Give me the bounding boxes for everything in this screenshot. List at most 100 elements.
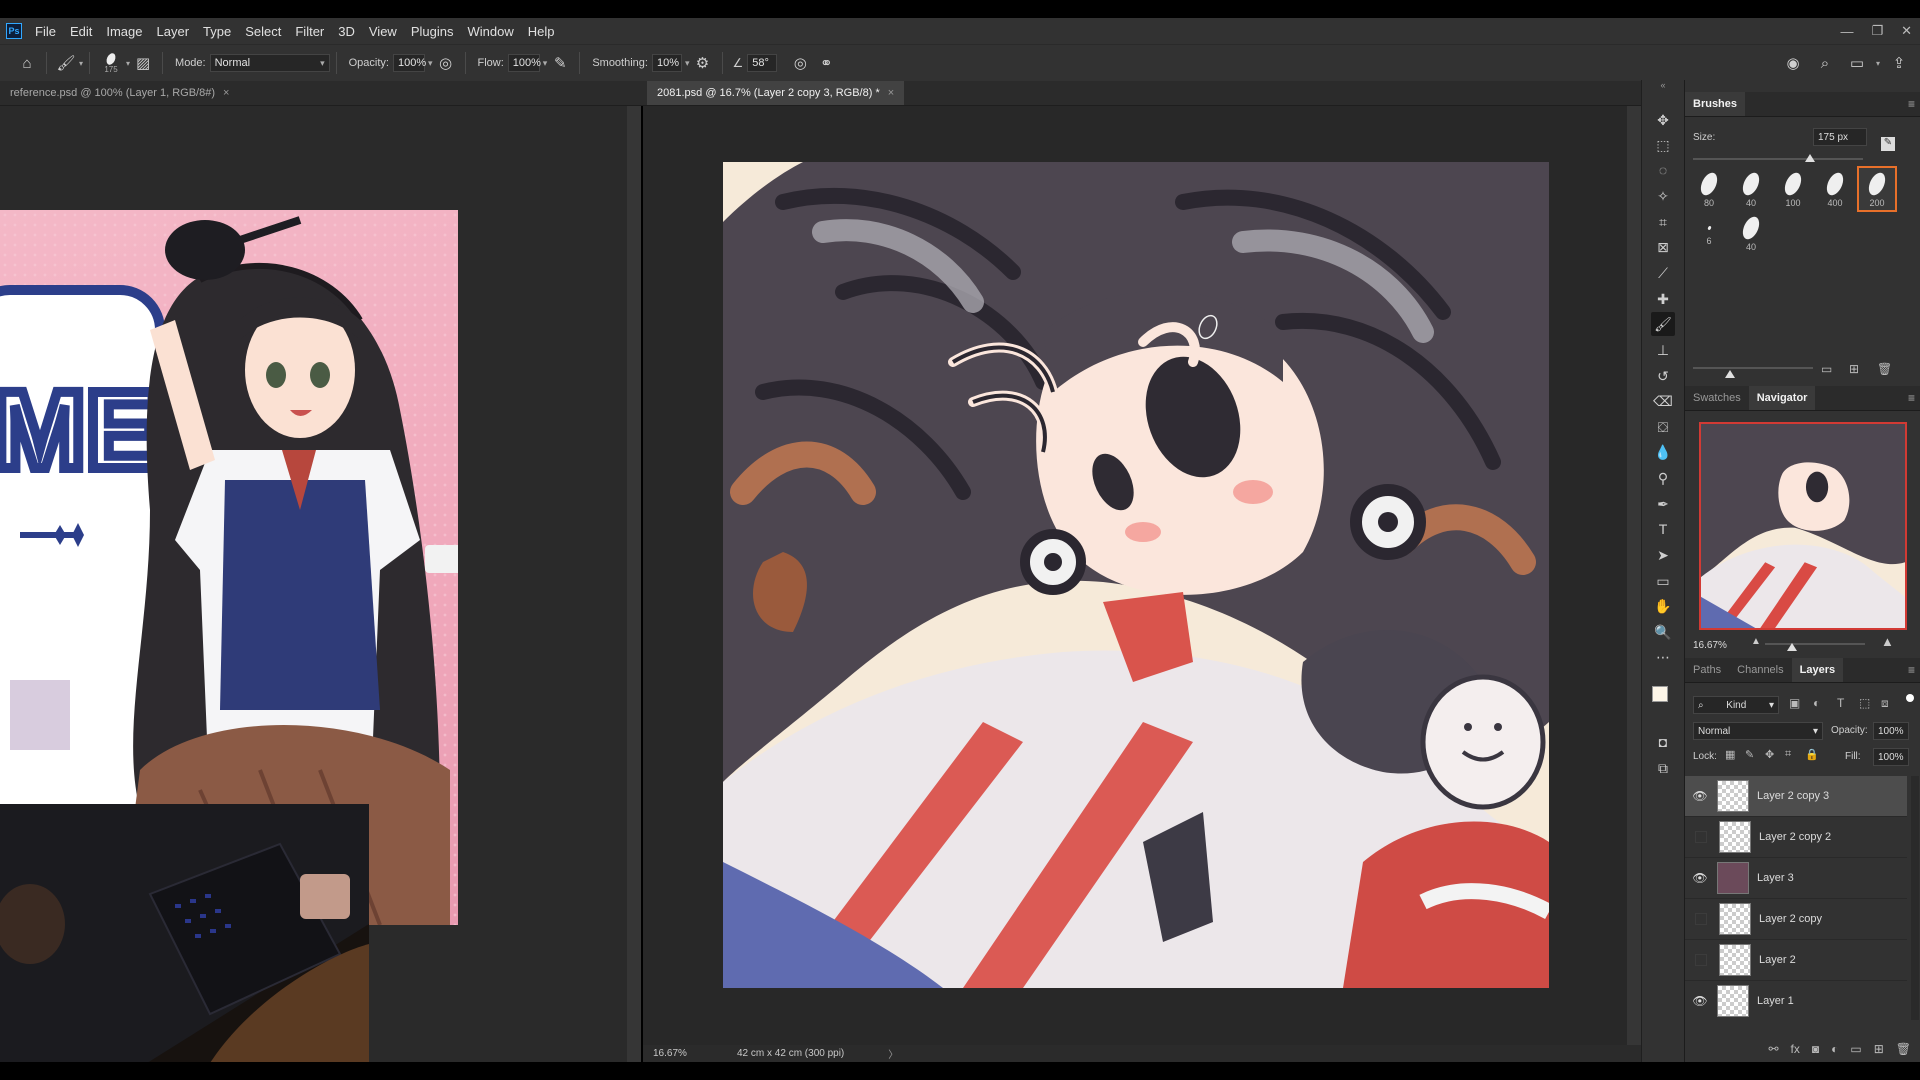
layer-fill-input[interactable]: 100% (1873, 748, 1909, 766)
layer-row[interactable]: Layer 2 copy 2 (1685, 817, 1907, 858)
filter-adjustment-icon[interactable]: ◐ (1813, 696, 1820, 710)
filter-type-icon[interactable]: T (1837, 696, 1844, 710)
tab-reference[interactable]: reference.psd @ 100% (Layer 1, RGB/8#) × (0, 81, 239, 105)
new-folder-icon[interactable]: ▭ (1821, 362, 1832, 376)
menu-view[interactable]: View (362, 24, 404, 39)
eye-visibility-icon[interactable] (1695, 831, 1707, 843)
new-brush-icon[interactable]: ⊞ (1849, 362, 1859, 376)
close-icon[interactable]: × (888, 87, 894, 99)
artwork-canvas[interactable] (723, 162, 1549, 988)
tab-channels[interactable]: Channels (1729, 658, 1791, 682)
filter-smart-object-icon[interactable]: ⧈ (1881, 696, 1889, 711)
panel-menu-icon[interactable]: ≡ (1908, 97, 1915, 111)
panel-menu-icon[interactable]: ≡ (1908, 663, 1915, 677)
layer-blend-mode-select[interactable]: Normal ▾ (1693, 722, 1823, 740)
rotate-view-tool-icon[interactable]: ✋ (1651, 594, 1675, 618)
adjustment-layer-icon[interactable]: ◐ (1831, 1042, 1838, 1056)
menu-window[interactable]: Window (460, 24, 520, 39)
menu-help[interactable]: Help (521, 24, 562, 39)
lock-image-pixels-icon[interactable]: ✎ (1745, 748, 1754, 761)
rectangle-tool-icon[interactable]: ▭ (1651, 569, 1675, 593)
navigator-zoom-value[interactable]: 16.67% (1693, 640, 1727, 651)
slider-handle[interactable] (1725, 370, 1735, 378)
link-layers-icon[interactable]: ⚯ (1768, 1042, 1778, 1056)
magic-wand-tool-icon[interactable]: ✧ (1651, 184, 1675, 208)
brush-preset[interactable]: 40 (1733, 212, 1769, 254)
filter-toggle-icon[interactable] (1906, 694, 1914, 702)
filter-pixel-icon[interactable]: ▣ (1789, 696, 1800, 710)
brush-preset[interactable]: 40 (1733, 168, 1769, 210)
menu-image[interactable]: Image (99, 24, 149, 39)
search-icon[interactable]: ⌕ (1812, 50, 1838, 76)
eye-visibility-icon[interactable] (1695, 954, 1707, 966)
opacity-input[interactable]: 100% (392, 54, 426, 72)
healing-brush-tool-icon[interactable]: ✚ (1651, 287, 1675, 311)
lock-transparent-pixels-icon[interactable]: ▦ (1725, 748, 1735, 761)
home-icon[interactable]: ⌂ (14, 50, 40, 76)
close-icon[interactable]: × (223, 87, 229, 99)
collapse-chevron-icon[interactable]: « (1651, 80, 1675, 90)
pressure-opacity-icon[interactable]: ◎ (433, 50, 459, 76)
chevron-down-icon[interactable]: ▾ (79, 59, 83, 68)
type-tool-icon[interactable]: T (1651, 517, 1675, 541)
marquee-tool-icon[interactable]: ⬚ (1651, 133, 1675, 157)
zoom-level[interactable]: 16.67% (653, 1048, 713, 1059)
menu-layer[interactable]: Layer (150, 24, 197, 39)
delete-icon[interactable]: 🗑 (1896, 1042, 1911, 1056)
tab-main-document[interactable]: 2081.psd @ 16.7% (Layer 2 copy 3, RGB/8)… (647, 81, 905, 105)
layer-row[interactable]: Layer 2 copy (1685, 899, 1907, 940)
new-layer-icon[interactable]: ⊞ (1874, 1042, 1884, 1056)
eraser-tool-icon[interactable]: ⌫ (1651, 389, 1675, 413)
chevron-right-icon[interactable]: 〉 (888, 1046, 898, 1061)
tab-paths[interactable]: Paths (1685, 658, 1729, 682)
fx-icon[interactable]: fx (1791, 1042, 1800, 1056)
menu-select[interactable]: Select (238, 24, 288, 39)
navigator-zoom-slider[interactable] (1765, 643, 1865, 645)
panel-menu-icon[interactable]: ≡ (1908, 391, 1915, 405)
layer-list-scrollbar[interactable] (1911, 776, 1919, 1020)
eye-visibility-icon[interactable]: 👁 (1691, 871, 1709, 885)
vertical-scrollbar[interactable] (1627, 106, 1641, 1046)
tab-swatches[interactable]: Swatches (1685, 386, 1749, 410)
smoothing-input[interactable]: 10% (651, 54, 682, 72)
quick-mask-icon[interactable]: ◘ (1651, 730, 1675, 754)
add-mask-icon[interactable]: ◙ (1812, 1042, 1819, 1056)
brush-size-slider[interactable] (1693, 158, 1863, 160)
eye-visibility-icon[interactable]: 👁 (1691, 994, 1709, 1008)
lasso-tool-icon[interactable]: ◌ (1651, 158, 1675, 182)
zoom-tool-icon[interactable]: 🔍 (1651, 620, 1675, 644)
airbrush-icon[interactable]: ✎ (547, 50, 573, 76)
layer-row[interactable]: Layer 2 (1685, 940, 1907, 981)
blur-tool-icon[interactable]: 💧 (1651, 440, 1675, 464)
brush-preset-selected[interactable]: 200 (1857, 166, 1897, 212)
zoom-out-icon[interactable]: ▲ (1751, 636, 1761, 647)
vertical-scrollbar[interactable] (627, 106, 641, 1062)
minimize-button[interactable]: — (1840, 24, 1853, 39)
layer-opacity-input[interactable]: 100% (1873, 722, 1909, 740)
brush-tool-preset-icon[interactable]: 🖌 (53, 50, 79, 76)
menu-filter[interactable]: Filter (288, 24, 331, 39)
delete-icon[interactable]: 🗑 (1877, 362, 1892, 376)
tab-brushes[interactable]: Brushes (1685, 92, 1746, 116)
layer-row[interactable]: 👁 Layer 1 (1685, 981, 1907, 1020)
chevron-down-icon[interactable]: ▾ (1876, 59, 1880, 68)
brush-tool-icon[interactable]: 🖌 (1651, 312, 1675, 336)
pressure-size-icon[interactable]: ◎ (787, 50, 813, 76)
eyedropper-tool-icon[interactable]: ⟋ (1651, 261, 1675, 285)
brush-pressure-size-icon[interactable]: ✎ (1881, 137, 1895, 151)
mode-select[interactable]: Normal ▾ (209, 54, 330, 72)
symmetry-butterfly-icon[interactable]: ⚭ (813, 50, 839, 76)
pen-tool-icon[interactable]: ✒ (1651, 492, 1675, 516)
smoothing-settings-gear-icon[interactable]: ⚙ (690, 50, 716, 76)
brush-angle-input[interactable]: 58° (747, 54, 778, 72)
path-selection-tool-icon[interactable]: ➤ (1651, 543, 1675, 567)
menu-edit[interactable]: Edit (63, 24, 99, 39)
brush-preset[interactable]: 100 (1775, 168, 1811, 210)
tab-navigator[interactable]: Navigator (1748, 386, 1816, 410)
restore-button[interactable]: ❐ (1871, 23, 1883, 39)
lock-artboard-icon[interactable]: ⌗ (1785, 748, 1791, 761)
brush-settings-panel-icon[interactable]: ▨ (130, 50, 156, 76)
tab-layers[interactable]: Layers (1791, 658, 1844, 682)
new-group-icon[interactable]: ▭ (1850, 1042, 1861, 1056)
slider-handle[interactable] (1787, 643, 1797, 651)
